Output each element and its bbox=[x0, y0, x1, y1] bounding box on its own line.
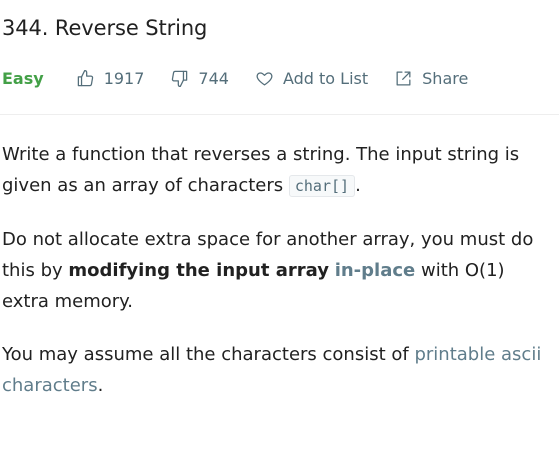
share-icon bbox=[396, 71, 411, 85]
in-place-link[interactable]: in-place bbox=[335, 260, 416, 281]
description-paragraph-1: Write a function that reverses a string.… bbox=[2, 144, 520, 197]
problem-meta-bar: Easy 1917 744 Add to List Share bbox=[2, 64, 494, 92]
heart-icon bbox=[256, 71, 273, 85]
description-paragraph-2: Do not allocate extra space for another … bbox=[2, 229, 534, 312]
dislike-count: 744 bbox=[198, 68, 229, 88]
like-button[interactable]: 1917 bbox=[76, 68, 145, 88]
problem-title: 344. Reverse String bbox=[2, 16, 208, 40]
description-paragraph-3: You may assume all the characters consis… bbox=[2, 344, 542, 396]
inline-code-char-array: char[] bbox=[288, 175, 356, 197]
share-label: Share bbox=[422, 68, 469, 88]
thumbs-down-icon bbox=[172, 70, 188, 87]
bold-phrase: modifying the input array bbox=[68, 260, 329, 281]
dislike-button[interactable]: 744 bbox=[170, 69, 229, 88]
like-count: 1917 bbox=[103, 68, 145, 88]
thumbs-up-icon bbox=[77, 69, 93, 86]
divider bbox=[0, 114, 559, 115]
share-button[interactable]: Share bbox=[394, 69, 468, 88]
add-to-list-button[interactable]: Add to List bbox=[255, 69, 368, 88]
difficulty-badge: Easy bbox=[2, 68, 44, 88]
problem-panel: 344. Reverse String Easy 1917 744 Add to… bbox=[0, 0, 559, 472]
problem-description: Write a function that reverses a string.… bbox=[2, 139, 554, 423]
add-to-list-label: Add to List bbox=[282, 68, 369, 88]
